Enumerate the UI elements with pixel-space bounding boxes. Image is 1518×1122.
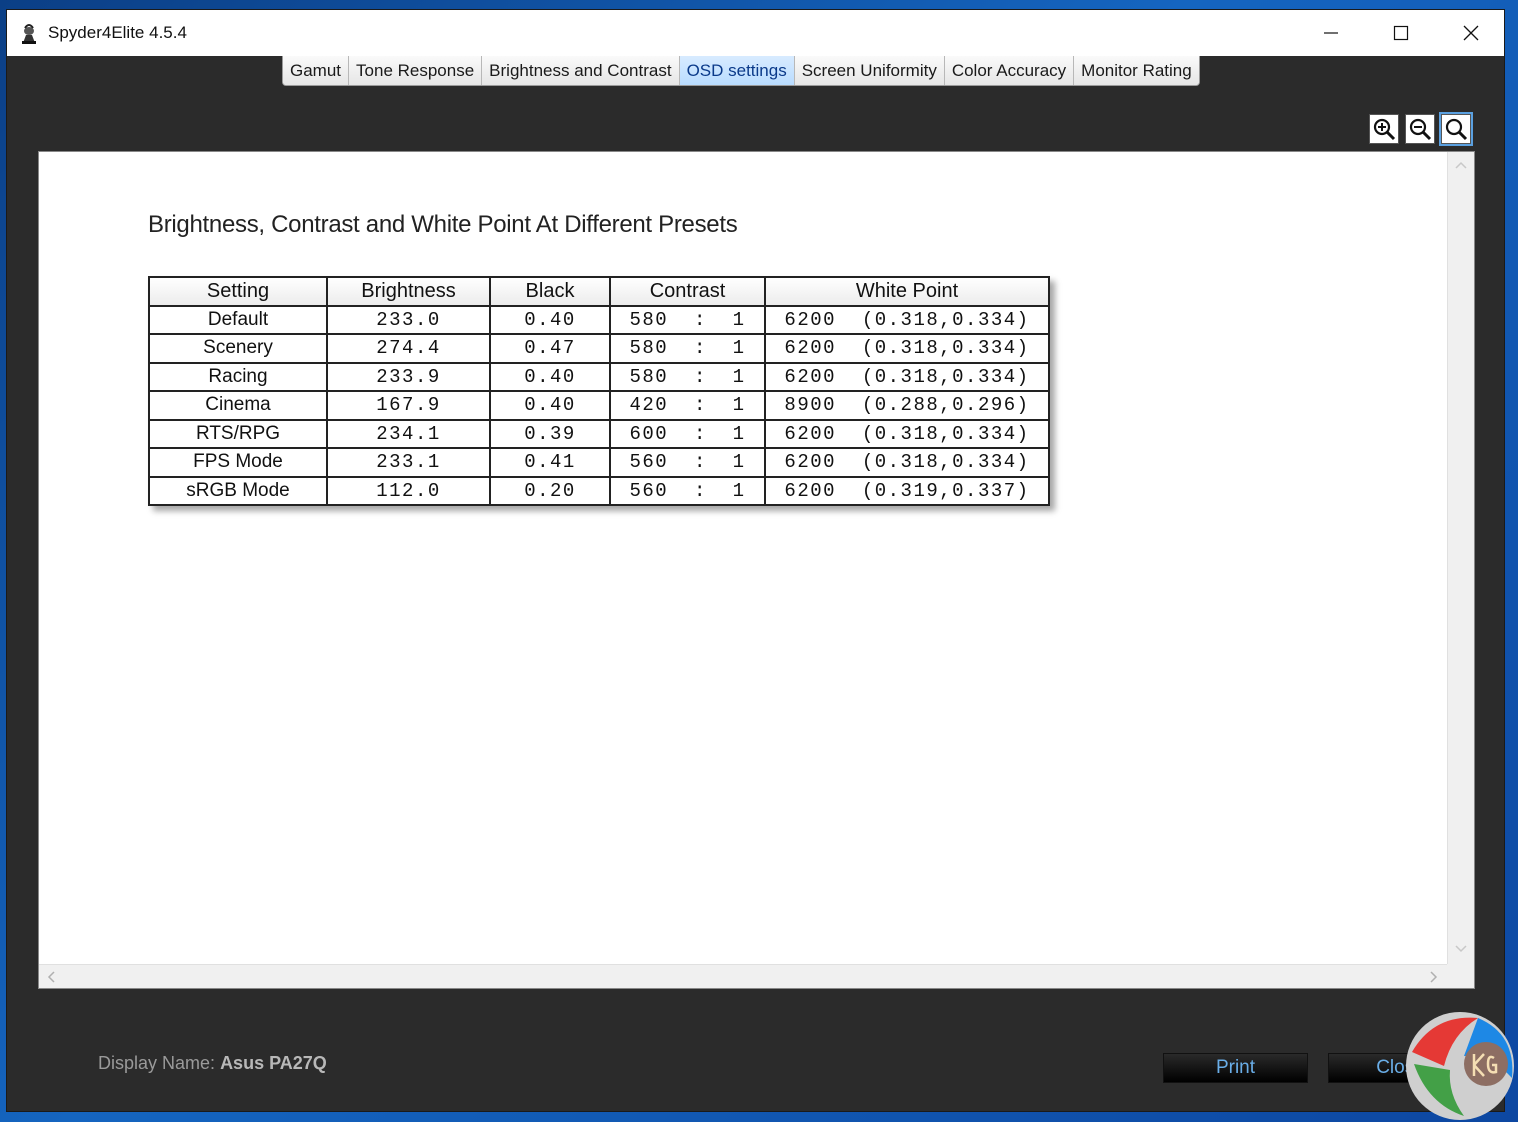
cell-white-point: 8900 (0.288,0.296) — [764, 390, 1050, 421]
print-button[interactable]: Print — [1163, 1053, 1308, 1083]
tab-gamut[interactable]: Gamut — [283, 56, 350, 85]
column-header-setting: Setting — [148, 276, 328, 307]
table-row: Cinema 167.9 0.40 420 : 1 8900 (0.288,0.… — [148, 390, 1050, 421]
cell-setting: FPS Mode — [148, 447, 328, 478]
cell-black: 0.40 — [489, 390, 611, 421]
maximize-button[interactable] — [1366, 10, 1436, 56]
scroll-right-icon[interactable] — [1425, 969, 1441, 985]
cell-black: 0.39 — [489, 418, 611, 449]
display-name-caption: Display Name: — [98, 1053, 216, 1073]
report-title: Brightness, Contrast and White Point At … — [148, 211, 738, 238]
cell-white-point: 6200 (0.318,0.334) — [764, 447, 1050, 478]
minimize-button[interactable] — [1296, 10, 1366, 56]
window-title: Spyder4Elite 4.5.4 — [48, 23, 187, 42]
report-tabs: Gamut Tone Response Brightness and Contr… — [282, 56, 1200, 86]
cell-setting: Scenery — [148, 333, 328, 364]
cell-black: 0.40 — [489, 304, 611, 335]
cell-brightness: 167.9 — [326, 390, 491, 421]
tab-monitor-rating[interactable]: Monitor Rating — [1074, 56, 1199, 85]
zoom-out-button[interactable] — [1405, 114, 1435, 144]
column-header-brightness: Brightness — [326, 276, 491, 307]
report-view: Brightness, Contrast and White Point At … — [38, 151, 1475, 989]
cell-contrast: 560 : 1 — [609, 475, 766, 506]
cell-setting: RTS/RPG — [148, 418, 328, 449]
table-row: Default 233.0 0.40 580 : 1 6200 (0.318,0… — [148, 304, 1050, 335]
table-row: Racing 233.9 0.40 580 : 1 6200 (0.318,0.… — [148, 361, 1050, 392]
cell-contrast: 580 : 1 — [609, 361, 766, 392]
zoom-in-icon — [1373, 118, 1396, 141]
scroll-corner — [1447, 964, 1474, 988]
presets-table: Setting Brightness Black Contrast White … — [148, 276, 1050, 506]
maximize-icon — [1393, 25, 1409, 41]
zoom-fit-button[interactable] — [1439, 112, 1473, 146]
table-header-row: Setting Brightness Black Contrast White … — [148, 276, 1050, 307]
table-row: Scenery 274.4 0.47 580 : 1 6200 (0.318,0… — [148, 333, 1050, 364]
table-row: sRGB Mode 112.0 0.20 560 : 1 6200 (0.319… — [148, 475, 1050, 506]
display-name-label: Display Name: Asus PA27Q — [98, 1053, 327, 1074]
horizontal-scrollbar[interactable] — [39, 964, 1447, 988]
cell-white-point: 6200 (0.318,0.334) — [764, 304, 1050, 335]
cell-brightness: 233.0 — [326, 304, 491, 335]
zoom-fit-icon — [1445, 118, 1468, 141]
vertical-scrollbar[interactable] — [1447, 152, 1474, 964]
close-window-button[interactable] — [1436, 10, 1506, 56]
tab-color-accuracy[interactable]: Color Accuracy — [944, 56, 1075, 85]
cell-brightness: 233.1 — [326, 447, 491, 478]
cell-contrast: 580 : 1 — [609, 304, 766, 335]
scroll-left-icon[interactable] — [44, 969, 60, 985]
cell-white-point: 6200 (0.318,0.334) — [764, 361, 1050, 392]
table-row: RTS/RPG 234.1 0.39 600 : 1 6200 (0.318,0… — [148, 418, 1050, 449]
spyder-app-icon — [22, 24, 36, 44]
scroll-up-icon[interactable] — [1453, 158, 1469, 174]
cell-brightness: 274.4 — [326, 333, 491, 364]
cell-black: 0.40 — [489, 361, 611, 392]
app-window: Spyder4Elite 4.5.4 Gamut Tone Response B… — [6, 9, 1505, 1112]
zoom-out-icon — [1409, 118, 1432, 141]
title-bar: Spyder4Elite 4.5.4 — [7, 10, 1504, 56]
scroll-down-icon[interactable] — [1453, 940, 1469, 956]
cell-black: 0.41 — [489, 447, 611, 478]
cell-contrast: 560 : 1 — [609, 447, 766, 478]
tab-tone-response[interactable]: Tone Response — [349, 56, 483, 85]
cell-white-point: 6200 (0.319,0.337) — [764, 475, 1050, 506]
column-header-contrast: Contrast — [609, 276, 766, 307]
cell-white-point: 6200 (0.318,0.334) — [764, 418, 1050, 449]
column-header-white-point: White Point — [764, 276, 1050, 307]
close-icon — [1463, 25, 1479, 41]
tab-screen-uniformity[interactable]: Screen Uniformity — [794, 56, 945, 85]
table-row: FPS Mode 233.1 0.41 560 : 1 6200 (0.318,… — [148, 447, 1050, 478]
column-header-black: Black — [489, 276, 611, 307]
tab-osd-settings[interactable]: OSD settings — [679, 56, 795, 85]
cell-setting: Racing — [148, 361, 328, 392]
zoom-in-button[interactable] — [1369, 114, 1399, 144]
cell-brightness: 233.9 — [326, 361, 491, 392]
presets-table-container: Setting Brightness Black Contrast White … — [148, 276, 1050, 506]
cell-setting: Default — [148, 304, 328, 335]
cell-contrast: 420 : 1 — [609, 390, 766, 421]
cell-setting: Cinema — [148, 390, 328, 421]
display-name-value: Asus PA27Q — [220, 1053, 327, 1073]
cell-white-point: 6200 (0.318,0.334) — [764, 333, 1050, 364]
minimize-icon — [1324, 32, 1338, 34]
cell-brightness: 234.1 — [326, 418, 491, 449]
kg-watermark-logo — [1406, 1012, 1514, 1120]
cell-contrast: 580 : 1 — [609, 333, 766, 364]
cell-black: 0.20 — [489, 475, 611, 506]
cell-brightness: 112.0 — [326, 475, 491, 506]
tab-brightness-contrast[interactable]: Brightness and Contrast — [482, 56, 680, 85]
cell-black: 0.47 — [489, 333, 611, 364]
cell-setting: sRGB Mode — [148, 475, 328, 506]
cell-contrast: 600 : 1 — [609, 418, 766, 449]
zoom-toolbar — [1369, 112, 1473, 146]
